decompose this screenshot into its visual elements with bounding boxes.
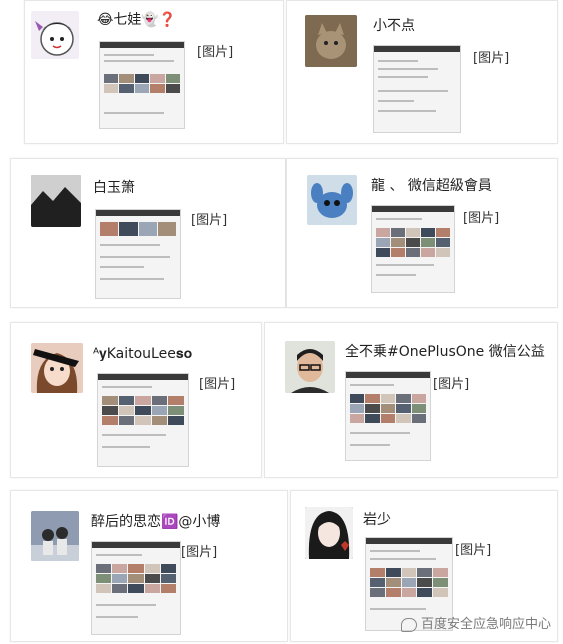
- message-card: 醉后的思恋🆔@小博 [图片]: [10, 490, 288, 642]
- image-thumbnail[interactable]: [91, 541, 181, 635]
- stitch-avatar-icon: [307, 175, 357, 225]
- landscape-photo-icon: [31, 175, 81, 227]
- sender-name: 岩少: [363, 512, 391, 528]
- girl-avatar-icon: [31, 343, 83, 393]
- couple-photo-icon: [31, 511, 79, 561]
- sender-name: ᴬ𝐲KaitouLee𝐬𝐨: [93, 346, 193, 362]
- anime-avatar-icon: [305, 507, 353, 559]
- sender-name: 白玉箫: [93, 180, 135, 196]
- picture-label: [图片]: [191, 213, 228, 228]
- picture-label: [图片]: [473, 51, 510, 66]
- picture-label: [图片]: [181, 545, 218, 560]
- avatar[interactable]: [31, 11, 79, 59]
- message-card: 龍 、 微信超級會員 [图片]: [286, 158, 558, 308]
- picture-label: [图片]: [197, 45, 234, 60]
- sender-name: 😂七娃👻❓: [97, 12, 177, 28]
- avatar[interactable]: [31, 343, 83, 393]
- avatar[interactable]: [305, 507, 353, 559]
- image-thumbnail[interactable]: [99, 41, 185, 129]
- cartoon-avatar-icon: [35, 21, 74, 56]
- sender-name: 小不点: [373, 18, 415, 34]
- sender-name: 龍 、 微信超級會員: [371, 178, 492, 194]
- avatar[interactable]: [285, 341, 335, 393]
- image-thumbnail[interactable]: [373, 45, 461, 133]
- message-card: ᴬ𝐲KaitouLee𝐬𝐨 [图片]: [10, 322, 262, 478]
- man-photo-icon: [285, 341, 335, 393]
- watermark: 百度安全应急响应中心: [400, 613, 551, 632]
- picture-label: [图片]: [433, 377, 470, 392]
- picture-label: [图片]: [199, 377, 236, 392]
- message-card: 全不乗#OnePlusOne 微信公益 [图片]: [264, 322, 558, 478]
- picture-label: [图片]: [455, 543, 492, 558]
- avatar[interactable]: [305, 15, 357, 67]
- avatar[interactable]: [307, 175, 357, 225]
- avatar[interactable]: [31, 511, 79, 561]
- sender-name: 全不乗#OnePlusOne 微信公益: [345, 344, 545, 360]
- wechat-icon: [400, 617, 417, 632]
- image-thumbnail[interactable]: [97, 373, 189, 467]
- picture-label: [图片]: [463, 211, 500, 226]
- avatar[interactable]: [31, 175, 81, 227]
- message-card: 小不点 [图片]: [286, 0, 558, 144]
- image-thumbnail[interactable]: [345, 371, 431, 461]
- message-card: 😂七娃👻❓ [图片]: [24, 0, 284, 144]
- image-thumbnail[interactable]: [95, 209, 181, 299]
- sender-name: 醉后的思恋🆔@小博: [91, 514, 221, 530]
- cat-photo-icon: [305, 15, 357, 67]
- message-card: 白玉箫 [图片]: [10, 158, 286, 308]
- watermark-text: 百度安全应急响应中心: [420, 617, 551, 632]
- image-thumbnail[interactable]: [371, 205, 455, 293]
